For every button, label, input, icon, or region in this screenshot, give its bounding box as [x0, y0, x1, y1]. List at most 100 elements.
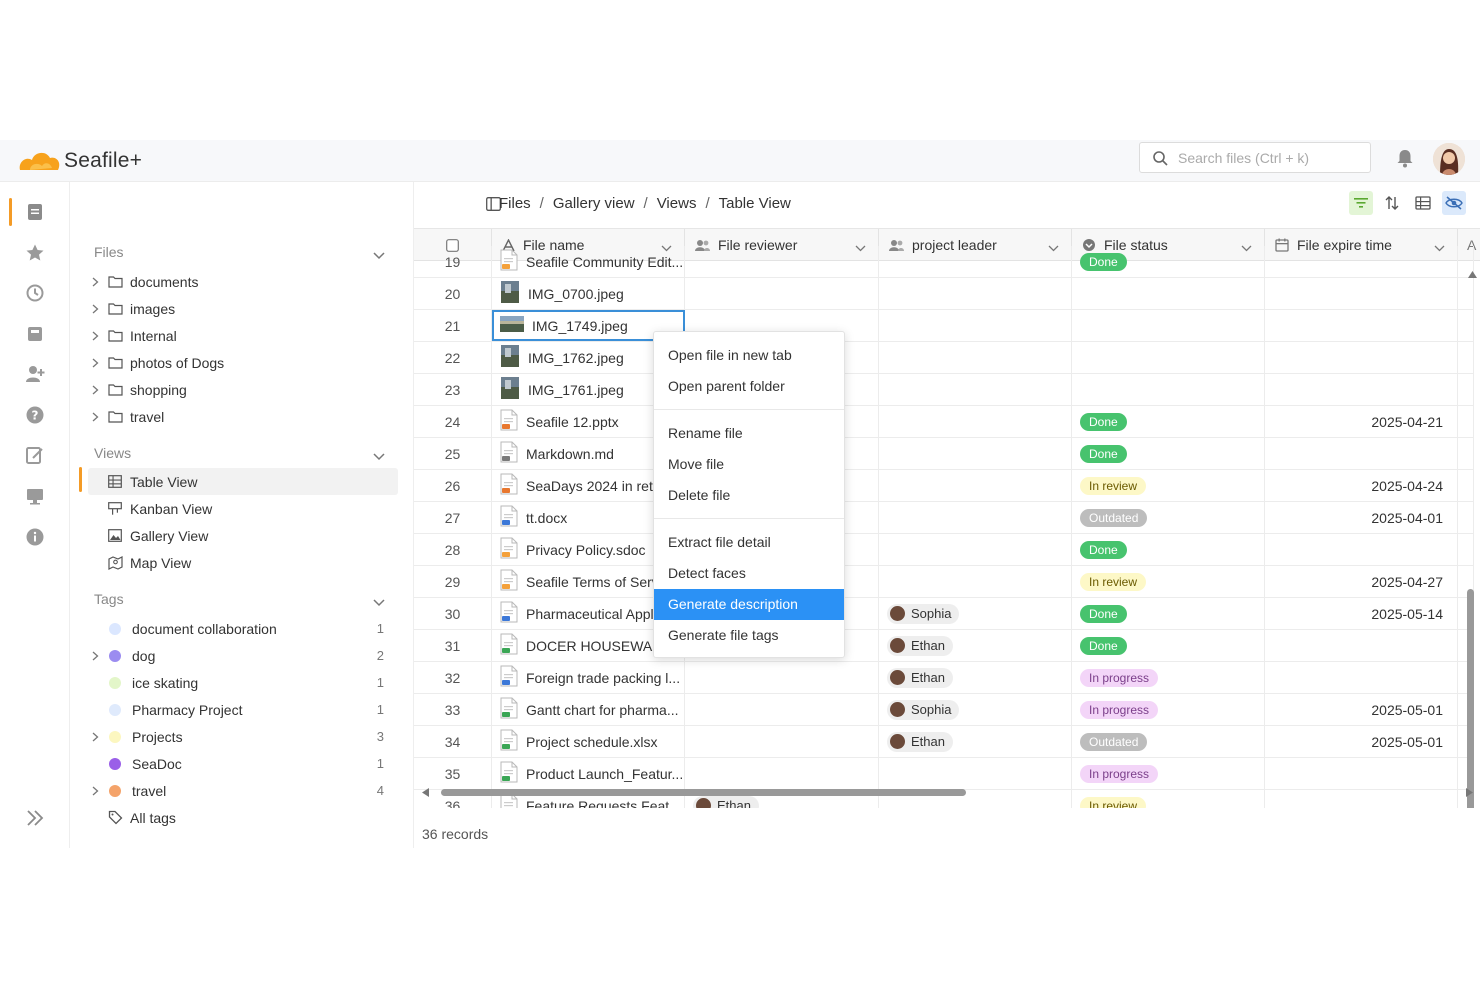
file-status-cell[interactable]	[1072, 342, 1265, 373]
table-row[interactable]: 29 Seafile Terms of Servi In review 2025-04…	[414, 566, 1474, 598]
row-number[interactable]: 26	[414, 470, 492, 501]
extra-cell[interactable]	[1458, 502, 1474, 533]
file-status-cell[interactable]: Done	[1072, 438, 1265, 469]
project-leader-cell[interactable]	[879, 566, 1072, 597]
extra-cell[interactable]	[1458, 374, 1474, 405]
help-nav-icon[interactable]: ?	[24, 404, 46, 426]
file-reviewer-cell[interactable]	[685, 758, 879, 789]
breadcrumb-views[interactable]: Views	[657, 195, 697, 212]
project-leader-cell[interactable]	[879, 438, 1072, 469]
folder-item[interactable]: travel	[88, 403, 398, 430]
expand-chevron-icon[interactable]	[88, 385, 102, 395]
file-expire-time-cell[interactable]: 2025-05-14	[1265, 598, 1458, 629]
file-reviewer-cell[interactable]	[685, 662, 879, 693]
file-status-cell[interactable]: In review	[1072, 566, 1265, 597]
expand-chevron-icon[interactable]	[88, 412, 102, 422]
view-item[interactable]: Map View	[88, 549, 398, 576]
file-expire-time-cell[interactable]: 2025-04-01	[1265, 502, 1458, 533]
app-logo[interactable]: Seafile+	[16, 144, 142, 178]
activities-nav-icon[interactable]	[24, 282, 46, 304]
file-expire-time-cell[interactable]: 2025-04-27	[1265, 566, 1458, 597]
menu-rename-file[interactable]: Rename file	[654, 418, 844, 449]
vertical-scrollbar[interactable]	[1467, 589, 1474, 808]
project-leader-cell[interactable]	[879, 374, 1072, 405]
row-number[interactable]: 22	[414, 342, 492, 373]
expand-sidebar-icon[interactable]	[24, 807, 46, 829]
row-number[interactable]: 23	[414, 374, 492, 405]
scroll-right-arrow-icon[interactable]	[1466, 788, 1473, 797]
breadcrumb-files[interactable]: Files	[499, 195, 531, 212]
file-status-cell[interactable]: In progress	[1072, 694, 1265, 725]
table-row[interactable]: 22 IMG_1762.jpeg	[414, 342, 1474, 374]
file-reviewer-cell[interactable]	[685, 694, 879, 725]
row-number[interactable]: 35	[414, 758, 492, 789]
expand-chevron-icon[interactable]	[88, 651, 102, 661]
file-name-cell[interactable]: Gantt chart for pharma...	[492, 694, 685, 725]
table-row[interactable]: 32 Foreign trade packing l... Ethan In prog…	[414, 662, 1474, 694]
file-expire-time-cell[interactable]	[1265, 662, 1458, 693]
extra-cell[interactable]	[1458, 534, 1474, 565]
project-leader-cell[interactable]	[879, 278, 1072, 309]
tag-item[interactable]: document collaboration 1	[88, 615, 398, 642]
view-item[interactable]: Table View	[88, 468, 398, 495]
menu-open-parent-folder[interactable]: Open parent folder	[654, 371, 844, 402]
file-expire-time-cell[interactable]	[1265, 342, 1458, 373]
tag-item[interactable]: dog 2	[88, 642, 398, 669]
file-status-cell[interactable]: In progress	[1072, 662, 1265, 693]
expand-chevron-icon[interactable]	[88, 277, 102, 287]
row-number[interactable]: 20	[414, 278, 492, 309]
notes-nav-icon[interactable]	[24, 444, 46, 466]
file-expire-time-cell[interactable]: 2025-04-21	[1265, 406, 1458, 437]
wiki-nav-icon[interactable]	[24, 323, 46, 345]
file-name-cell[interactable]: IMG_0700.jpeg	[492, 278, 685, 309]
project-leader-cell[interactable]	[879, 246, 1072, 277]
tag-item[interactable]: Projects 3	[88, 723, 398, 750]
table-row[interactable]: 24 Seafile 12.pptx Done 2025-04-21	[414, 406, 1474, 438]
file-name-cell[interactable]: Foreign trade packing l...	[492, 662, 685, 693]
file-status-cell[interactable]: In review	[1072, 470, 1265, 501]
file-expire-time-cell[interactable]: 2025-04-24	[1265, 470, 1458, 501]
tag-item[interactable]: travel 4	[88, 777, 398, 804]
file-status-cell[interactable]	[1072, 310, 1265, 341]
expand-chevron-icon[interactable]	[88, 732, 102, 742]
file-expire-time-cell[interactable]	[1265, 310, 1458, 341]
row-number[interactable]: 33	[414, 694, 492, 725]
menu-open-file-new-tab[interactable]: Open file in new tab	[654, 340, 844, 371]
project-leader-cell[interactable]: Sophia	[879, 694, 1072, 725]
extra-cell[interactable]	[1458, 438, 1474, 469]
files-nav-icon[interactable]	[24, 201, 46, 223]
tag-item[interactable]: ice skating 1	[88, 669, 398, 696]
folder-item[interactable]: documents	[88, 268, 398, 295]
file-reviewer-cell[interactable]	[685, 246, 879, 277]
file-status-cell[interactable]	[1072, 278, 1265, 309]
row-number[interactable]: 28	[414, 534, 492, 565]
file-status-cell[interactable]: Outdated	[1072, 726, 1265, 757]
file-expire-time-cell[interactable]	[1265, 438, 1458, 469]
menu-generate-description[interactable]: Generate description	[654, 589, 844, 620]
expand-chevron-icon[interactable]	[88, 786, 102, 796]
file-expire-time-cell[interactable]	[1265, 758, 1458, 789]
menu-detect-faces[interactable]: Detect faces	[654, 558, 844, 589]
all-tags-item[interactable]: All tags	[88, 804, 398, 831]
file-expire-time-cell[interactable]	[1265, 534, 1458, 565]
file-status-cell[interactable]: Outdated	[1072, 502, 1265, 533]
views-collapse-chevron-icon[interactable]	[373, 448, 385, 464]
project-leader-cell[interactable]: Sophia	[879, 598, 1072, 629]
project-leader-cell[interactable]	[879, 310, 1072, 341]
file-expire-time-cell[interactable]: 2025-05-01	[1265, 726, 1458, 757]
row-number[interactable]: 25	[414, 438, 492, 469]
extra-cell[interactable]	[1458, 310, 1474, 341]
breadcrumb-gallery-view[interactable]: Gallery view	[553, 195, 635, 212]
file-expire-time-cell[interactable]: 2025-05-01	[1265, 694, 1458, 725]
row-number[interactable]: 21	[414, 310, 492, 341]
file-expire-time-cell[interactable]	[1265, 630, 1458, 661]
file-status-cell[interactable]: Done	[1072, 534, 1265, 565]
row-number[interactable]: 19	[414, 246, 492, 277]
tags-collapse-chevron-icon[interactable]	[373, 594, 385, 610]
table-row[interactable]: 19 Seafile Community Edit... Done	[414, 246, 1474, 278]
user-avatar[interactable]	[1433, 143, 1465, 175]
starred-nav-icon[interactable]	[24, 242, 46, 264]
table-row[interactable]: 21 IMG_1749.jpeg	[414, 310, 1474, 342]
menu-extract-file-detail[interactable]: Extract file detail	[654, 527, 844, 558]
extra-cell[interactable]	[1458, 278, 1474, 309]
